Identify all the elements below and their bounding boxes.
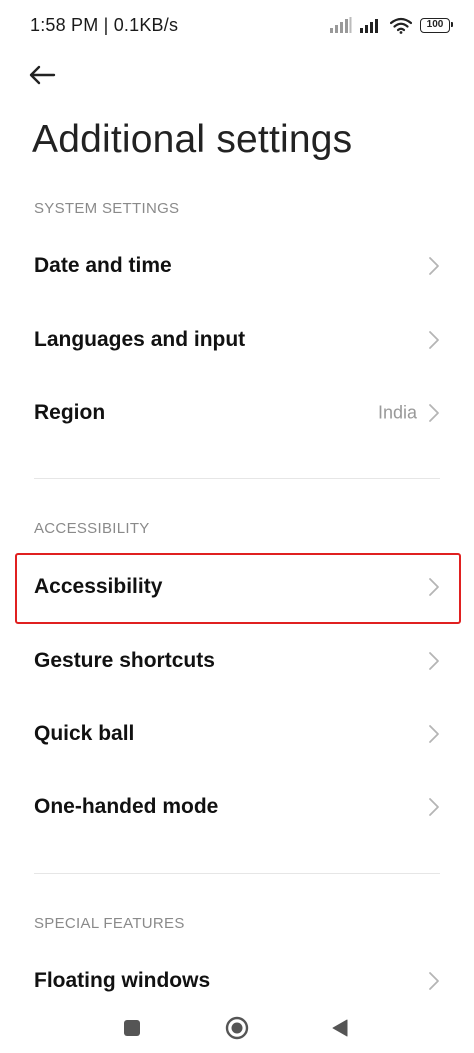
status-icons: 100 — [330, 14, 453, 36]
circle-icon — [225, 1016, 249, 1040]
row-region[interactable]: Region India — [0, 377, 474, 449]
section-header-system-settings: SYSTEM SETTINGS — [34, 200, 180, 217]
battery-icon: 100 — [420, 17, 453, 33]
row-value-region: India — [377, 402, 417, 423]
nav-back-button[interactable] — [320, 1013, 360, 1043]
signal-icon — [330, 17, 352, 33]
row-date-and-time[interactable]: Date and time — [0, 230, 474, 302]
chevron-right-icon — [429, 404, 439, 422]
recents-button[interactable] — [112, 1013, 152, 1043]
row-label: One-handed mode — [34, 795, 219, 818]
chevron-right-icon — [429, 725, 439, 743]
section-header-accessibility: ACCESSIBILITY — [34, 520, 150, 537]
row-label: Gesture shortcuts — [34, 649, 215, 672]
chevron-right-icon — [429, 652, 439, 670]
row-label: Region — [34, 401, 106, 424]
home-button[interactable] — [217, 1013, 257, 1043]
page-title: Additional settings — [32, 118, 353, 161]
row-quick-ball[interactable]: Quick ball — [0, 698, 474, 770]
section-divider — [34, 873, 440, 874]
arrow-left-icon — [29, 65, 56, 85]
status-bar: 1:58 PM | 0.1KB/s 100 — [0, 0, 474, 54]
row-gesture-shortcuts[interactable]: Gesture shortcuts — [0, 625, 474, 697]
highlight-box — [15, 553, 461, 624]
square-icon — [124, 1020, 140, 1036]
chevron-right-icon — [429, 331, 439, 349]
section-header-special-features: SPECIAL FEATURES — [34, 915, 185, 932]
row-label: Quick ball — [34, 722, 135, 745]
row-label: Date and time — [34, 254, 172, 277]
status-time-speed: 1:58 PM | 0.1KB/s — [30, 15, 179, 35]
back-button[interactable] — [28, 58, 68, 92]
chevron-right-icon — [429, 798, 439, 816]
triangle-back-icon — [332, 1019, 348, 1037]
row-languages-and-input[interactable]: Languages and input — [0, 304, 474, 376]
signal-icon-2 — [360, 19, 378, 33]
chevron-right-icon — [429, 972, 439, 990]
row-label: Languages and input — [34, 328, 246, 351]
row-one-handed-mode[interactable]: One-handed mode — [0, 771, 474, 843]
chevron-right-icon — [429, 257, 439, 275]
row-label: Floating windows — [34, 969, 211, 992]
navigation-bar — [0, 1003, 474, 1053]
section-divider — [34, 478, 440, 479]
wifi-icon — [390, 17, 412, 34]
